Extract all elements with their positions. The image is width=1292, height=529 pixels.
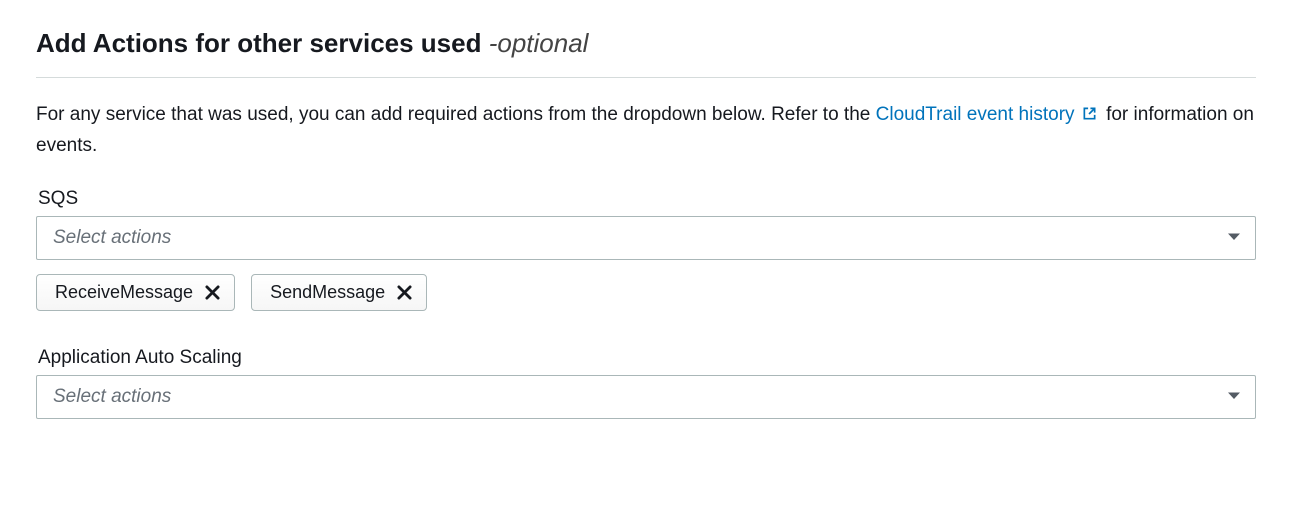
intro-text: For any service that was used, you can a…: [36, 100, 1256, 160]
service-block-sqs: SQS Select actions ReceiveMessage SendMe…: [36, 188, 1256, 311]
actions-select-sqs[interactable]: Select actions: [36, 216, 1256, 260]
chevron-down-icon: [1227, 388, 1241, 406]
remove-tag-button[interactable]: [397, 285, 412, 300]
section-title: Add Actions for other services used -opt…: [36, 28, 1256, 59]
service-block-autoscaling: Application Auto Scaling Select actions: [36, 347, 1256, 419]
service-label-sqs: SQS: [38, 188, 1256, 210]
add-actions-section: Add Actions for other services used -opt…: [0, 0, 1292, 495]
selected-tags-sqs: ReceiveMessage SendMessage: [36, 274, 1256, 311]
link-text: CloudTrail event history: [876, 104, 1075, 125]
tag-sendmessage: SendMessage: [251, 274, 427, 311]
remove-tag-button[interactable]: [205, 285, 220, 300]
intro-pre: For any service that was used, you can a…: [36, 104, 876, 125]
external-link-icon: [1082, 101, 1097, 130]
divider: [36, 77, 1256, 78]
select-placeholder: Select actions: [53, 227, 171, 249]
service-label-autoscaling: Application Auto Scaling: [38, 347, 1256, 369]
tag-receivemessage: ReceiveMessage: [36, 274, 235, 311]
section-title-main: Add Actions for other services used: [36, 28, 489, 58]
section-title-suffix: -optional: [489, 28, 589, 58]
select-placeholder: Select actions: [53, 386, 171, 408]
chevron-down-icon: [1227, 229, 1241, 247]
tag-label: SendMessage: [270, 282, 385, 303]
cloudtrail-event-history-link[interactable]: CloudTrail event history: [876, 104, 1101, 125]
actions-select-autoscaling[interactable]: Select actions: [36, 375, 1256, 419]
tag-label: ReceiveMessage: [55, 282, 193, 303]
